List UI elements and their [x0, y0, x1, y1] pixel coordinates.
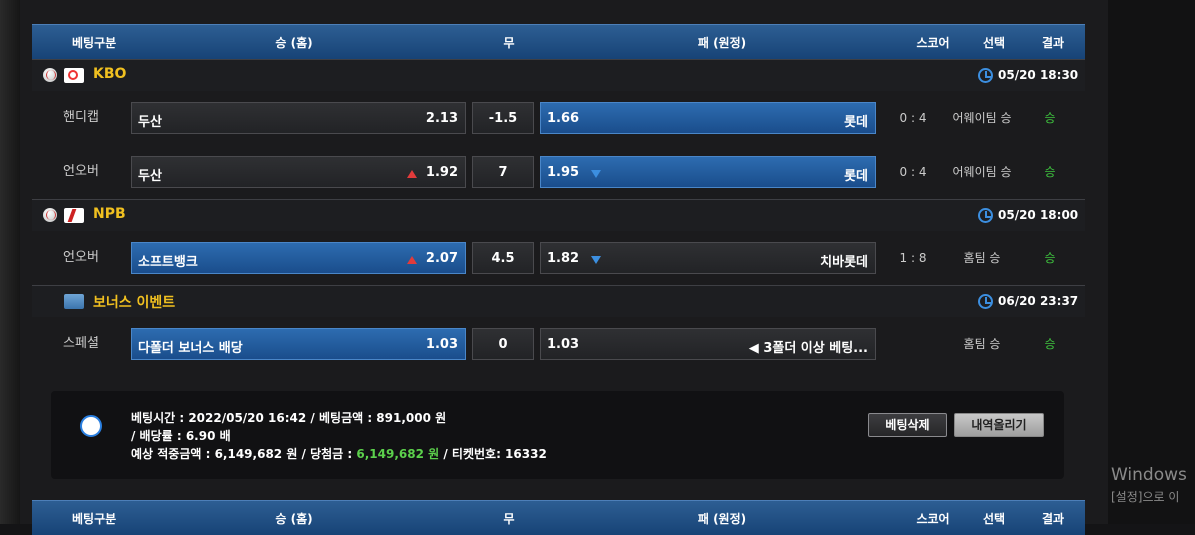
- away-team: ◀ 3폴더 이상 베팅...: [748, 341, 868, 356]
- home-team: 다폴더 보너스 배당: [138, 341, 243, 356]
- bet-row: 스페셜 다폴더 보너스 배당 1.03 0 1.03 ◀ 3폴더 이상 베팅..…: [32, 317, 1085, 371]
- bet-type: 언오버: [63, 250, 99, 265]
- draw-odds-button[interactable]: 4.5: [472, 242, 534, 274]
- odds-up-arrow-icon: [407, 256, 417, 264]
- npb-logo-icon: [64, 208, 84, 223]
- bet-time-amount: 베팅시간 : 2022/05/20 16:42 / 베팅금액 : 891,000…: [131, 411, 447, 425]
- draw-value: 4.5: [491, 251, 515, 266]
- away-odds-button[interactable]: 1.66 롯데: [540, 102, 876, 134]
- league-name: 보너스 이벤트: [93, 295, 176, 311]
- col-away: 패 (원정): [697, 35, 747, 50]
- col-home: 승 (홈): [275, 35, 313, 50]
- windows-activation-watermark: Windows [설정]으로 이: [1111, 465, 1187, 505]
- table-header-2: 베팅구분 승 (홈) 무 패 (원정) 스코어 선택 결과: [32, 500, 1085, 535]
- odds-down-arrow-icon: [591, 170, 601, 178]
- away-odds-button[interactable]: 1.82 치바롯데: [540, 242, 876, 274]
- clock-icon: [978, 208, 993, 223]
- home-odds: 1.03: [425, 337, 458, 352]
- draw-value: -1.5: [488, 111, 518, 126]
- kbo-logo-icon: [64, 68, 84, 83]
- bet-info: 베팅시간 : 2022/05/20 16:42 / 베팅금액 : 891,000…: [131, 409, 547, 463]
- away-odds: 1.82: [547, 251, 580, 266]
- draw-value: 0: [498, 337, 508, 352]
- away-odds: 1.66: [547, 111, 580, 126]
- league-name: NPB: [93, 206, 126, 222]
- pick: 어웨이팀 승: [952, 111, 1012, 125]
- draw-odds-button[interactable]: 0: [472, 328, 534, 360]
- baseball-icon: [43, 208, 57, 222]
- league-header-bonus: 보너스 이벤트 06/20 23:37: [32, 285, 1085, 319]
- away-odds: 1.03: [547, 337, 580, 352]
- clock-icon: [978, 68, 993, 83]
- col-result: 결과: [1041, 35, 1065, 50]
- league-name: KBO: [93, 66, 127, 82]
- pick: 홈팀 승: [963, 337, 1001, 351]
- bet-odds-rate: / 배당률 : 6.90 배: [131, 429, 231, 443]
- home-odds-button[interactable]: 다폴더 보너스 배당 1.03: [131, 328, 466, 360]
- match-time: 06/20 23:37: [998, 294, 1079, 308]
- expected-label: 예상 적중금액 : 6,149,682 원 / 당첨금 :: [131, 447, 357, 461]
- league-header-npb: NPB 05/20 18:00: [32, 199, 1085, 233]
- league-header-kbo: KBO 05/20 18:30: [32, 59, 1085, 93]
- col-draw: 무: [503, 35, 515, 50]
- draw-odds-button[interactable]: 7: [472, 156, 534, 188]
- home-odds-button[interactable]: 소프트뱅크 2.07: [131, 242, 466, 274]
- result: 승: [1044, 337, 1056, 351]
- odds-down-arrow-icon: [591, 256, 601, 264]
- baseball-icon: [43, 68, 57, 82]
- expected-payout: 예상 적중금액 : 6,149,682 원 / 당첨금 : 6,149,682 …: [131, 445, 547, 463]
- bet-type: 언오버: [63, 164, 99, 179]
- col-type: 베팅구분: [72, 35, 117, 50]
- away-odds-button[interactable]: 1.03 ◀ 3폴더 이상 베팅...: [540, 328, 876, 360]
- result: 승: [1044, 251, 1056, 265]
- home-odds-button[interactable]: 두산 1.92: [131, 156, 466, 188]
- summary-box: 베팅시간 : 2022/05/20 16:42 / 베팅금액 : 891,000…: [51, 391, 1064, 479]
- watermark-title: Windows: [1111, 465, 1187, 485]
- odds-up-arrow-icon: [407, 170, 417, 178]
- away-team: 치바롯데: [820, 255, 868, 270]
- bonus-event-icon: [64, 294, 84, 309]
- bet-summary: 베팅시간 : 2022/05/20 16:42 / 베팅금액 : 891,000…: [32, 375, 1085, 493]
- draw-value: 7: [498, 165, 508, 180]
- left-background: [0, 0, 20, 524]
- home-team: 두산: [138, 169, 162, 184]
- bet-row: 핸디캡 두산 2.13 -1.5 1.66 롯데 0 : 4 어웨이팀 승 승: [32, 91, 1085, 146]
- pick: 어웨이팀 승: [952, 165, 1012, 179]
- select-radio[interactable]: [80, 415, 102, 437]
- away-odds-button[interactable]: 1.95 롯데: [540, 156, 876, 188]
- score: 0 : 4: [899, 165, 927, 179]
- col-score: 스코어: [916, 35, 950, 50]
- score: 0 : 4: [899, 111, 927, 125]
- bet-type: 스페셜: [63, 336, 99, 351]
- score: [878, 317, 948, 371]
- right-background: [1108, 0, 1195, 524]
- match-time: 05/20 18:00: [998, 208, 1079, 222]
- bet-row: 언오버 두산 1.92 7 1.95 롯데 0 : 4 어웨이팀 승 승: [32, 145, 1085, 200]
- home-odds-button[interactable]: 두산 2.13: [131, 102, 466, 134]
- table-header: 베팅구분 승 (홈) 무 패 (원정) 스코어 선택 결과: [32, 24, 1085, 59]
- away-team: 롯데: [844, 115, 868, 130]
- draw-odds-button[interactable]: -1.5: [472, 102, 534, 134]
- score: 1 : 8: [899, 251, 927, 265]
- away-odds: 1.95: [547, 165, 580, 180]
- win-amount: 6,149,682 원: [356, 447, 440, 461]
- match-time: 05/20 18:30: [998, 68, 1079, 82]
- result: 승: [1044, 111, 1056, 125]
- bet-row: 언오버 소프트뱅크 2.07 4.5 1.82 치바롯데 1 : 8 홈팀 승 …: [32, 231, 1085, 286]
- home-team: 두산: [138, 115, 162, 130]
- post-history-button[interactable]: 내역올리기: [954, 413, 1044, 437]
- delete-bet-button[interactable]: 베팅삭제: [868, 413, 947, 437]
- clock-icon: [978, 294, 993, 309]
- home-odds: 1.92: [425, 165, 458, 180]
- col-pick: 선택: [982, 35, 1006, 50]
- pick: 홈팀 승: [963, 251, 1001, 265]
- bet-type: 핸디캡: [63, 110, 99, 125]
- home-odds: 2.07: [425, 251, 458, 266]
- result: 승: [1044, 165, 1056, 179]
- home-team: 소프트뱅크: [138, 255, 198, 270]
- ticket-number: / 티켓번호: 16332: [439, 447, 547, 461]
- home-odds: 2.13: [425, 111, 458, 126]
- away-team: 롯데: [844, 169, 868, 184]
- watermark-subtitle: [설정]으로 이: [1111, 490, 1180, 504]
